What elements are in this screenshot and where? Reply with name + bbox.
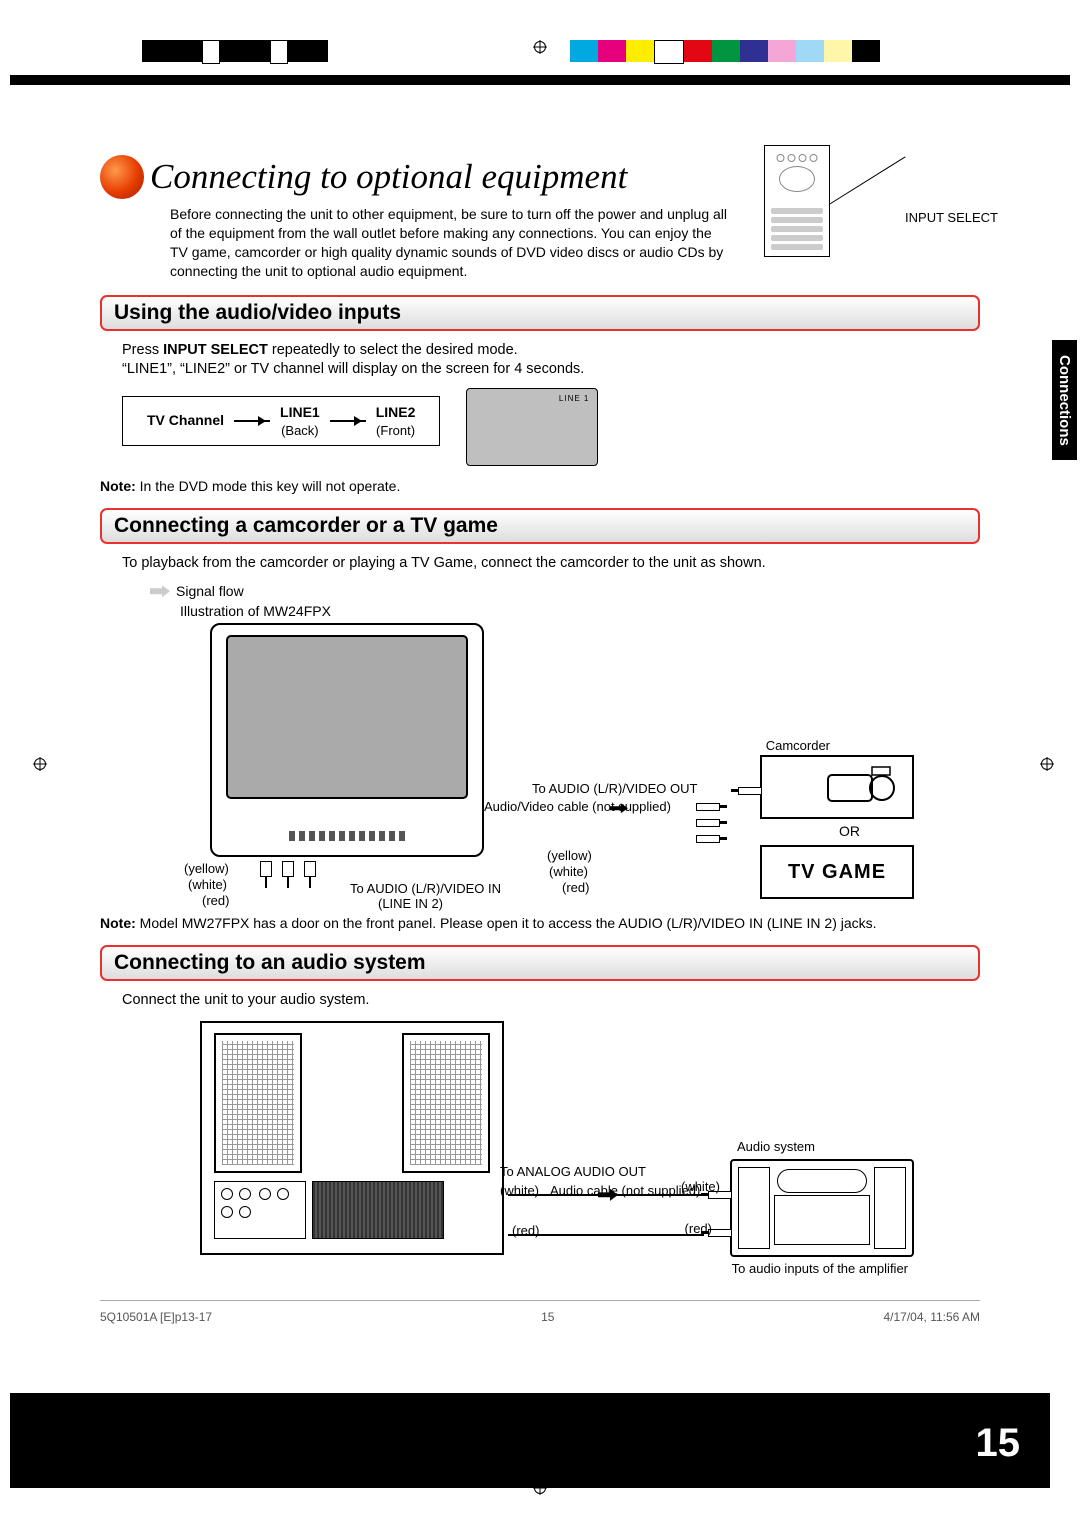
label-yellow-2: (yellow) (547, 848, 592, 863)
side-section-tab: Connections (1052, 340, 1077, 460)
footer-doc: 5Q10501A [E]p13-17 (100, 1310, 212, 1324)
label-to-audio-out: To AUDIO (L/R)/VIDEO OUT (532, 781, 697, 796)
label-yellow: (yellow) (184, 861, 229, 876)
audio-system-diagram: To ANALOG AUDIO OUT (white) Audio cable … (100, 1021, 980, 1311)
registration-mark-left (33, 757, 47, 771)
arrow-icon (330, 420, 366, 422)
signal-flow-legend: Signal flow (150, 583, 244, 599)
label-red-2: (red) (562, 880, 589, 895)
camcorder-icon (822, 765, 902, 809)
top-black-bar (10, 75, 1070, 85)
or-label: OR (839, 823, 860, 839)
stereo-illustration (730, 1159, 914, 1257)
body-press: Press (122, 342, 163, 358)
section-audio-system: Connecting to an audio system Connect th… (100, 945, 980, 1311)
mode-cycle-box: TV Channel LINE1 (Back) LINE2 (Front) (122, 396, 440, 446)
rca-plug-icon (696, 819, 720, 827)
label-to-audio-in: To AUDIO (L/R)/VIDEO IN (350, 881, 501, 896)
label-line-in: (LINE IN 2) (378, 896, 443, 911)
section3-body: Connect the unit to your audio system. (122, 991, 980, 1011)
section-audio-video-inputs: Using the audio/video inputs Press INPUT… (100, 295, 980, 494)
bottom-black-bar: 15 (10, 1393, 1050, 1488)
section1-text: Press INPUT SELECT repeatedly to select … (122, 341, 980, 466)
section-camcorder-tvgame: Connecting a camcorder or a TV game To p… (100, 508, 980, 932)
page-number: 15 (976, 1421, 1021, 1466)
label-camcorder: Camcorder (766, 738, 830, 753)
bullet-sphere-icon (100, 155, 144, 199)
label-white-2: (white) (549, 864, 588, 879)
tv-game-box: TV GAME (760, 845, 914, 899)
color-bars (570, 40, 880, 62)
camcorder-illustration (760, 755, 914, 819)
rca-plug-icon (696, 803, 720, 811)
body-rest: repeatedly to select the desired mode. (272, 342, 518, 358)
arrow-icon (234, 420, 270, 422)
rca-plug-icon (696, 835, 720, 843)
registration-mark-right (1040, 757, 1054, 771)
body-line2: “LINE1”, “LINE2” or TV channel will disp… (122, 361, 584, 377)
bw-bars (142, 40, 328, 62)
page-title: Connecting to optional equipment (150, 157, 627, 197)
osd-text: LINE 1 (559, 394, 589, 405)
camcorder-diagram: Signal flow Illustration of MW24FPX (yel… (100, 583, 980, 903)
label-analog-out: To ANALOG AUDIO OUT (500, 1164, 646, 1179)
label-to-amplifier: To audio inputs of the amplifier (732, 1261, 908, 1276)
label-audio-system: Audio system (737, 1139, 815, 1154)
arrow-icon (150, 585, 170, 597)
content-area: Connecting to optional equipment Before … (100, 155, 980, 1358)
input-select-label: INPUT SELECT (905, 210, 998, 225)
illustration-label: Illustration of MW24FPX (180, 603, 331, 619)
label-white: (white) (188, 877, 227, 892)
intro-text: Before connecting the unit to other equi… (170, 205, 730, 281)
tv-front-illustration (210, 623, 484, 857)
label-red: (red) (202, 893, 229, 908)
section1-note: Note: In the DVD mode this key will not … (100, 478, 980, 494)
mode-line2: LINE2 (Front) (376, 403, 416, 439)
manual-page: Connections Connecting to optional equip… (0, 0, 1080, 1528)
footer-rule (100, 1300, 980, 1301)
label-white-4: (white) (681, 1179, 720, 1194)
rca-plugs (260, 861, 316, 877)
footer-date: 4/17/04, 11:56 AM (883, 1310, 980, 1324)
section-heading-3: Connecting to an audio system (100, 945, 980, 981)
section-heading-1: Using the audio/video inputs (100, 295, 980, 331)
tv-rear-illustration (200, 1021, 504, 1255)
body-inputselect: INPUT SELECT (163, 342, 268, 358)
mode-line1: LINE1 (Back) (280, 403, 320, 439)
remote-illustration (764, 145, 830, 257)
label-av-cable: Audio/Video cable (not supplied) (484, 799, 671, 814)
footer-page: 15 (541, 1310, 554, 1324)
mode-tvchannel: TV Channel (147, 411, 224, 430)
print-footer: 5Q10501A [E]p13-17 15 4/17/04, 11:56 AM (100, 1310, 980, 1324)
registration-mark-top (533, 40, 547, 54)
section2-note: Note: Model MW27FPX has a door on the fr… (100, 915, 980, 931)
section2-body: To playback from the camcorder or playin… (122, 554, 980, 574)
tv-osd-illustration: LINE 1 (466, 388, 598, 466)
section-heading-2: Connecting a camcorder or a TV game (100, 508, 980, 544)
